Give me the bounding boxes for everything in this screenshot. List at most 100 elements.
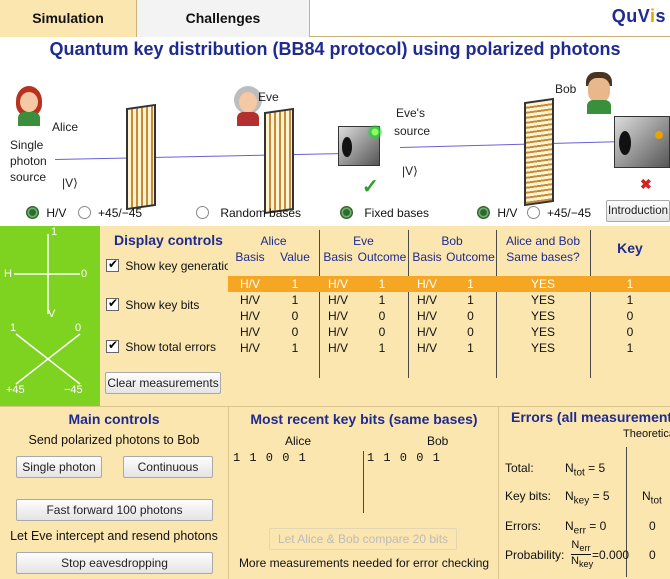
table-cell: 0 (378, 309, 386, 323)
table-cell: 0 (291, 325, 299, 339)
source-label-3: source (10, 170, 47, 184)
random-bases-option: Random bases (196, 205, 301, 220)
table-cell: 1 (378, 341, 386, 355)
random-bases-radio[interactable] (196, 206, 209, 220)
show-keybits-label: Show key bits (125, 297, 200, 312)
n-subscript: err (573, 525, 586, 537)
alice-avatar (12, 86, 46, 126)
table-cell: 1 (467, 277, 474, 291)
compare-bits-button[interactable]: Let Alice & Bob compare 20 bits (269, 528, 457, 550)
fixed-bases-option: Fixed bases (340, 205, 429, 220)
eve-source-label-2: source (394, 124, 431, 138)
errors-panel: Errors (all measurements) Theoretical To… (498, 406, 670, 579)
same-bases-header-1: Alice and Bob (505, 234, 581, 248)
table-row: H/V 0 H/V 0 H/V 0 YES 0 (228, 324, 670, 340)
table-cell: 1 (467, 293, 474, 307)
table-cell: YES (530, 293, 555, 307)
table-cell: 1 (378, 293, 386, 307)
introduction-button[interactable]: Introduction (606, 200, 670, 222)
basis-label-diag-zero: 0 (75, 322, 82, 334)
table-cell: 0 (378, 325, 386, 339)
table-cell: H/V (327, 341, 348, 355)
alice-polarizer[interactable] (126, 103, 156, 211)
table-row: H/V 1 H/V 1 H/V 1 YES 1 (228, 276, 670, 292)
show-errors-label: Show total errors (125, 339, 217, 354)
bob-polarizer[interactable] (524, 97, 554, 207)
table-cell: 1 (626, 277, 634, 291)
show-keygen-label: Show key generation (125, 258, 238, 273)
stop-eavesdropping-button[interactable]: Stop eavesdropping (16, 552, 213, 574)
bob-column-header: Bob (441, 234, 463, 248)
table-cell: H/V (239, 277, 260, 291)
bob-avatar (582, 72, 616, 114)
alice-state-label: |V⟩ (62, 176, 78, 190)
alice-45-radio[interactable] (77, 206, 91, 220)
single-photon-button[interactable]: Single photon (16, 456, 102, 478)
bob-45-label: +45/−45 (547, 205, 592, 220)
alice-label: Alice (52, 120, 79, 134)
display-controls-title: Display controls (114, 232, 223, 248)
show-keygen-checkbox[interactable] (106, 257, 119, 273)
eve-basis-subheader: Basis (323, 250, 353, 264)
table-cell: 1 (291, 277, 299, 291)
table-cell: H/V (239, 293, 260, 307)
eve-polarizer[interactable] (264, 107, 294, 215)
fixed-bases-label: Fixed bases (364, 205, 430, 220)
theoretical-label: Theoretical (623, 428, 670, 440)
main-controls-title: Main controls (68, 411, 160, 427)
tab-simulation[interactable]: Simulation (0, 0, 137, 37)
display-controls-panel: Display controls Show key generation Sho… (100, 226, 237, 406)
tab-bar: Simulation Challenges QuVis (0, 0, 670, 37)
alice-column-header: Alice (260, 234, 287, 248)
table-cell: H/V (416, 341, 437, 355)
show-keybits-checkbox[interactable] (106, 296, 119, 312)
continuous-button[interactable]: Continuous (123, 456, 213, 478)
keybits-label: Key bits: (505, 489, 552, 503)
more-measurements-message: More measurements needed for error check… (238, 556, 490, 570)
show-errors-checkbox[interactable] (106, 338, 119, 354)
table-cell: H/V (416, 309, 437, 323)
bob-45-radio[interactable] (526, 206, 540, 220)
main-controls-panel: Main controls Send polarized photons to … (0, 406, 228, 579)
n-symbol: N (565, 461, 574, 475)
table-cell: 0 (626, 309, 634, 323)
n-symbol: N (642, 489, 651, 503)
n-subscript: tot (650, 495, 662, 507)
n-subscript: tot (573, 467, 585, 479)
bob-key-bits: 1 1 0 0 1 (367, 451, 441, 465)
table-cell: 0 (626, 325, 634, 339)
measurements-table: Alice Eve Bob Alice and Bob Same bases? … (228, 226, 670, 406)
alice-hv-radio[interactable] (26, 206, 39, 220)
basis-label-minus45: −45 (64, 384, 83, 396)
basis-diagram: 1 H 0 V 1 0 +45 −45 (0, 226, 100, 406)
n-total-value: Ntot = 5 (565, 461, 605, 478)
bob-hv-radio[interactable] (477, 206, 490, 220)
recent-key-bits-panel: Most recent key bits (same bases) Alice … (228, 406, 498, 579)
probability-label: Probability: (505, 548, 565, 562)
alice-45-label: +45/−45 (98, 205, 143, 220)
source-label-1: Single (10, 138, 44, 152)
table-row: H/V 0 H/V 0 H/V 0 YES 0 (228, 308, 670, 324)
errors-title: Errors (all measurements) (511, 409, 670, 425)
table-cell: YES (530, 341, 555, 355)
show-keygen-option: Show key generation (106, 257, 238, 273)
n-key-value: Nkey = 5 (565, 489, 610, 506)
eve-intercept-label: Let Eve intercept and resend photons (10, 529, 218, 543)
table-cell: YES (530, 277, 555, 291)
table-cell: H/V (416, 293, 437, 307)
total-label: Total: (505, 461, 534, 475)
clear-measurements-button[interactable]: Clear measurements (105, 372, 221, 394)
tab-challenges[interactable]: Challenges (137, 0, 310, 37)
fraction-numerator: Nerr (571, 539, 591, 556)
theoretical-errors: 0 (649, 519, 656, 533)
table-row: H/V 1 H/V 1 H/V 1 YES 1 (228, 292, 670, 308)
n-symbol: N (565, 519, 574, 533)
eve-column-header: Eve (353, 234, 374, 248)
n-total-count: = 5 (588, 461, 606, 475)
key-column-header: Key (617, 240, 643, 256)
n-err-value: Nerr = 0 (565, 519, 606, 536)
eve-source-label-1: Eve's (396, 106, 425, 120)
fast-forward-button[interactable]: Fast forward 100 photons (16, 499, 213, 521)
n-subscript: key (573, 495, 590, 507)
fixed-bases-radio[interactable] (340, 206, 353, 220)
